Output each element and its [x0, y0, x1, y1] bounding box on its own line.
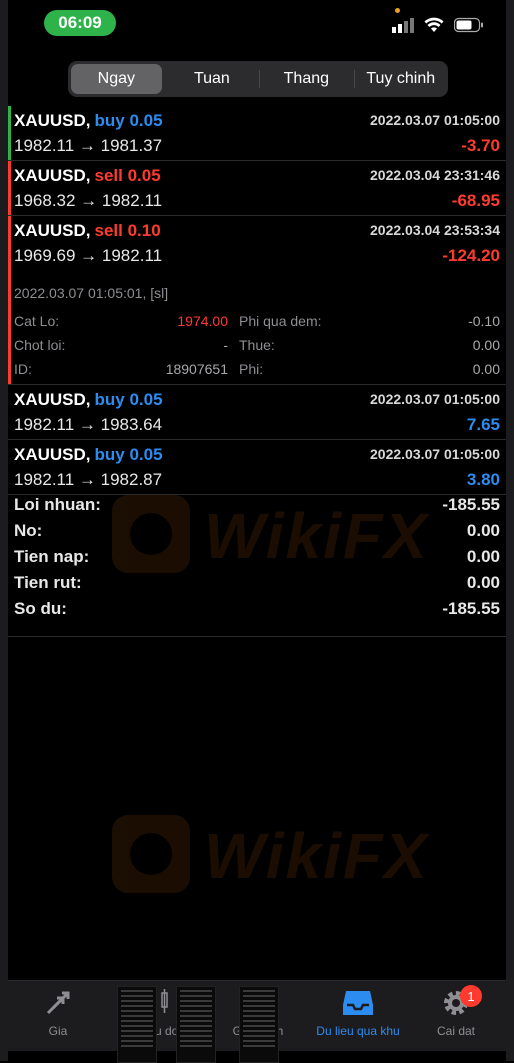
trade-side: buy 0.05 [94, 390, 163, 409]
tax-value: 0.00 [472, 337, 500, 353]
trade-side: sell 0.10 [94, 221, 161, 240]
trade-datetime: 2022.03.07 01:05:00 [370, 446, 500, 462]
cellular-signal-icon [392, 18, 414, 33]
screenshot-thumbnail [117, 986, 157, 1063]
trade-row[interactable]: XAUUSD, buy 0.05 2022.03.07 01:05:00 1982… [8, 440, 506, 495]
arrows-icon [46, 991, 70, 1015]
trade-row[interactable]: XAUUSD, buy 0.05 2022.03.07 01:05:00 1982… [8, 106, 506, 161]
summary-balance: So du: -185.55 [14, 599, 500, 618]
trade-symbol: XAUUSD, sell 0.10 [14, 221, 161, 240]
stop-loss-label: Cat Lo: [14, 313, 60, 329]
screenshot-thumbnail [176, 986, 216, 1063]
take-profit-label: Chot loi: [14, 337, 66, 353]
status-icons [392, 17, 484, 33]
tax-label: Thue: [239, 337, 275, 353]
status-time: 06:09 [44, 10, 116, 36]
summary-divider [8, 636, 506, 637]
account-summary: Loi nhuan: -185.55 No: 0.00 Tien nap: 0.00 … [8, 495, 506, 625]
period-segmented-control: Ngay Tuan Thang Tuy chinh [68, 61, 448, 97]
trade-profit: -3.70 [461, 136, 500, 155]
trade-profit: -124.20 [442, 246, 500, 265]
trade-row-indicator [8, 161, 11, 215]
tab-thang[interactable]: Thang [259, 64, 353, 94]
order-id-value: 18907651 [165, 361, 228, 377]
tab-history[interactable]: Du lieu qua khu [308, 981, 408, 1051]
trade-row-indicator [8, 216, 11, 384]
tab-ngay[interactable]: Ngay [71, 64, 162, 94]
trade-prices: 1982.11 → 1981.37 [14, 136, 163, 155]
tab-label: Cai dat [436, 1024, 476, 1038]
tab-label: Gia [48, 1024, 68, 1038]
trade-profit: -68.95 [451, 191, 500, 210]
tab-tuy-chinh[interactable]: Tuy chinh [353, 64, 448, 94]
trade-side: sell 0.05 [94, 166, 161, 185]
inbox-tray-icon [343, 991, 373, 1015]
trade-side: buy 0.05 [94, 445, 163, 464]
trade-close-info: 2022.03.07 01:05:01, [sl] [14, 285, 169, 301]
trade-datetime: 2022.03.04 23:53:34 [370, 222, 500, 238]
trade-profit: 7.65 [466, 415, 500, 434]
order-id-label: ID: [14, 361, 32, 377]
trade-symbol: XAUUSD, buy 0.05 [14, 111, 163, 130]
frame-edge-right [506, 0, 514, 1061]
trade-profit: 3.80 [466, 470, 500, 489]
trade-prices: 1982.11 → 1983.64 [14, 415, 163, 434]
trade-row[interactable]: XAUUSD, sell 0.05 2022.03.04 23:31:46 196… [8, 161, 506, 216]
fee-value: 0.00 [472, 361, 500, 377]
trade-datetime: 2022.03.04 23:31:46 [370, 167, 500, 183]
wifi-icon [424, 17, 444, 32]
trade-prices: 1982.11 → 1982.87 [14, 470, 163, 489]
frame-edge-left [0, 0, 8, 1061]
summary-withdrawal: Tien rut: 0.00 [14, 573, 500, 592]
trade-symbol: XAUUSD, buy 0.05 [14, 390, 163, 409]
notification-badge: 1 [460, 985, 482, 1007]
summary-credit: No: 0.00 [14, 521, 500, 540]
trade-datetime: 2022.03.07 01:05:00 [370, 112, 500, 128]
trade-row-indicator [8, 106, 11, 160]
screenshot-thumbnail [239, 986, 279, 1063]
take-profit-value: - [223, 337, 228, 353]
status-bar: 06:09 [0, 0, 514, 50]
trade-row-expanded[interactable]: XAUUSD, sell 0.10 2022.03.04 23:53:34 196… [8, 216, 506, 385]
swap-label: Phi qua dem: [239, 313, 322, 329]
swap-value: -0.10 [468, 313, 500, 329]
trade-side: buy 0.05 [94, 111, 163, 130]
trade-history-list: XAUUSD, buy 0.05 2022.03.07 01:05:00 1982… [8, 106, 506, 495]
stop-loss-value: 1974.00 [177, 313, 228, 329]
trade-prices: 1968.32 → 1982.11 [14, 191, 163, 210]
trade-datetime: 2022.03.07 01:05:00 [370, 391, 500, 407]
tab-quotes[interactable]: Gia [8, 981, 108, 1051]
trade-prices: 1969.69 → 1982.11 [14, 246, 163, 265]
trade-row[interactable]: XAUUSD, buy 0.05 2022.03.07 01:05:00 1982… [8, 385, 506, 440]
tab-tuan[interactable]: Tuan [165, 64, 259, 94]
summary-deposit: Tien nap: 0.00 [14, 547, 500, 566]
trade-symbol: XAUUSD, buy 0.05 [14, 445, 163, 464]
trade-symbol: XAUUSD, sell 0.05 [14, 166, 161, 185]
tab-settings[interactable]: Cai dat [406, 981, 506, 1051]
fee-label: Phi: [239, 361, 264, 377]
tab-label: Du lieu qua khu [316, 1024, 400, 1038]
privacy-indicator-dot [395, 8, 400, 13]
battery-icon [454, 17, 483, 33]
summary-profit: Loi nhuan: -185.55 [14, 495, 500, 514]
